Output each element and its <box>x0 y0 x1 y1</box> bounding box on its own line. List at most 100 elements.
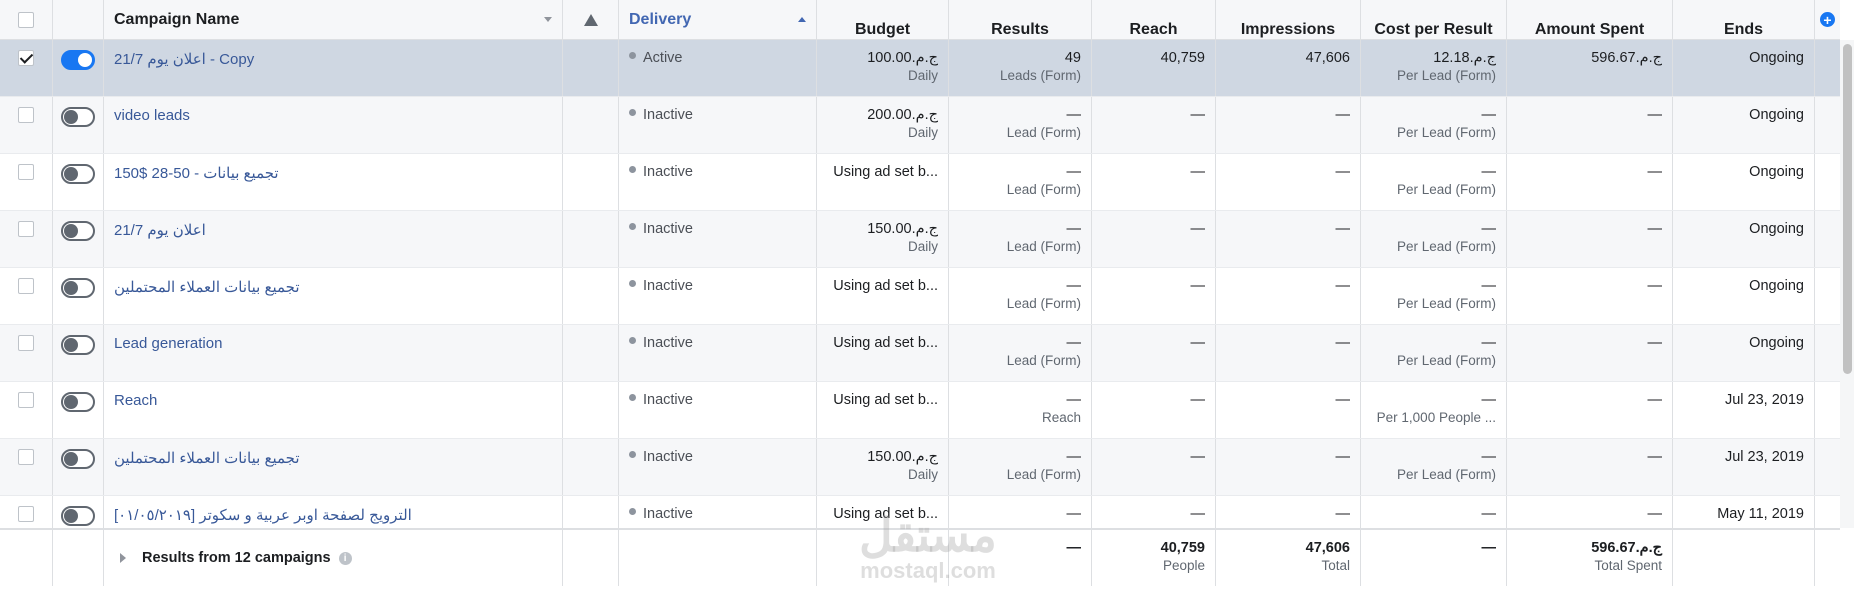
row-select[interactable] <box>0 268 53 324</box>
row-checkbox[interactable] <box>18 335 34 351</box>
reach-cell: — <box>1092 325 1216 381</box>
header-cost-per-result[interactable]: Cost per Result <box>1361 0 1507 39</box>
row-toggle-cell[interactable] <box>53 40 104 96</box>
header-warning[interactable] <box>563 0 619 39</box>
table-row[interactable]: تجميع بيانات العملاء المحتملين Inactive Us… <box>0 268 1840 325</box>
status-dot-icon <box>629 336 636 344</box>
campaign-name-cell: تجميع بيانات العملاء المحتملين <box>104 439 563 495</box>
campaign-toggle[interactable] <box>61 392 95 412</box>
sort-up-icon[interactable] <box>798 17 806 22</box>
add-column[interactable]: + <box>1815 0 1840 39</box>
footer-spent: ج.م.596.67 Total Spent <box>1507 530 1673 586</box>
row-checkbox[interactable] <box>18 107 34 123</box>
footer-summary[interactable]: Results from 12 campaigns i <box>104 530 563 586</box>
header-impressions[interactable]: Impressions <box>1216 0 1361 39</box>
impressions-value: — <box>1335 449 1351 465</box>
table-row[interactable]: تجميع بيانات العملاء المحتملين Inactive ج.… <box>0 439 1840 496</box>
campaign-toggle[interactable] <box>61 50 95 70</box>
row-select[interactable] <box>0 382 53 438</box>
row-select[interactable] <box>0 40 53 96</box>
results-cell: — Lead (Form) <box>949 154 1092 210</box>
row-warning-cell <box>563 40 619 96</box>
header-select-all[interactable] <box>0 0 53 39</box>
table-row[interactable]: 21/7 اعلان يوم - Copy Active ج.م.100.00 Dai… <box>0 40 1840 97</box>
campaign-name-link[interactable]: [٠١/٠٥/٢٠١٩] الترويج لصفحة اوبر عربية و … <box>114 506 552 524</box>
results-sub: Lead (Form) <box>1006 467 1081 482</box>
cpr-sub: Per Lead (Form) <box>1396 182 1496 197</box>
row-checkbox[interactable] <box>18 50 34 66</box>
table-row[interactable]: اعلان يوم 21/7 Inactive ج.م.150.00 Daily — Le… <box>0 211 1840 268</box>
ends-value: Ongoing <box>1749 164 1804 180</box>
campaign-name-link[interactable]: 21/7 اعلان يوم - Copy <box>114 50 552 68</box>
campaign-name-link[interactable]: اعلان يوم 21/7 <box>114 221 552 239</box>
info-icon[interactable]: i <box>338 551 352 565</box>
campaign-toggle[interactable] <box>61 164 95 184</box>
row-checkbox[interactable] <box>18 221 34 237</box>
table-row[interactable]: Reach Inactive Using ad set b... — Reach — — — P… <box>0 382 1840 439</box>
budget-cell[interactable]: Using ad set b... <box>817 154 949 210</box>
table-header: Campaign Name Delivery Budget Results Re… <box>0 0 1840 40</box>
campaign-name-link[interactable]: تجميع بيانات العملاء المحتملين <box>114 278 552 296</box>
header-results[interactable]: Results <box>949 0 1092 39</box>
header-amount-spent[interactable]: Amount Spent <box>1507 0 1673 39</box>
budget-cell[interactable]: Using ad set b... <box>817 325 949 381</box>
campaign-name-link[interactable]: Reach <box>114 392 552 409</box>
row-toggle-cell[interactable] <box>53 382 104 438</box>
delivery-status: Inactive <box>629 506 806 522</box>
ends-value: Ongoing <box>1749 221 1804 237</box>
row-toggle-cell[interactable] <box>53 97 104 153</box>
budget-cell[interactable]: ج.م.150.00 Daily <box>817 439 949 495</box>
scrollbar-thumb[interactable] <box>1843 44 1852 374</box>
impressions-value: — <box>1335 392 1351 408</box>
row-toggle-cell[interactable] <box>53 154 104 210</box>
row-toggle-cell[interactable] <box>53 439 104 495</box>
row-checkbox[interactable] <box>18 506 34 522</box>
row-select[interactable] <box>0 97 53 153</box>
campaign-name-link[interactable]: video leads <box>114 107 552 124</box>
select-all-checkbox[interactable] <box>18 11 34 28</box>
budget-cell[interactable]: Using ad set b... <box>817 382 949 438</box>
campaign-toggle[interactable] <box>61 506 95 526</box>
campaign-toggle[interactable] <box>61 449 95 469</box>
row-select[interactable] <box>0 211 53 267</box>
row-select[interactable] <box>0 325 53 381</box>
row-toggle-cell[interactable] <box>53 211 104 267</box>
impressions-cell: 47,606 <box>1216 40 1361 96</box>
sort-down-icon[interactable] <box>544 17 552 22</box>
table-row[interactable]: Lead generation Inactive Using ad set b...… <box>0 325 1840 382</box>
campaign-toggle[interactable] <box>61 278 95 298</box>
table-row[interactable]: video leads Inactive ج.م.200.00 Daily — Lead … <box>0 97 1840 154</box>
header-delivery[interactable]: Delivery <box>619 0 817 39</box>
ends-value: Jul 23, 2019 <box>1724 392 1804 408</box>
budget-cell[interactable]: ج.م.150.00 Daily <box>817 211 949 267</box>
results-value: — <box>1066 221 1082 237</box>
header-ends[interactable]: Ends <box>1673 0 1815 39</box>
header-campaign-name[interactable]: Campaign Name <box>104 0 563 39</box>
row-select[interactable] <box>0 154 53 210</box>
row-checkbox[interactable] <box>18 392 34 408</box>
campaign-name-link[interactable]: تجميع بيانات العملاء المحتملين <box>114 449 552 467</box>
header-budget[interactable]: Budget <box>817 0 949 39</box>
campaign-toggle[interactable] <box>61 335 95 355</box>
campaign-toggle[interactable] <box>61 221 95 241</box>
budget-value: ج.م.100.00 <box>867 50 938 66</box>
header-reach[interactable]: Reach <box>1092 0 1216 39</box>
budget-cell[interactable]: Using ad set b... <box>817 268 949 324</box>
plus-icon[interactable]: + <box>1820 12 1835 27</box>
row-checkbox[interactable] <box>18 449 34 465</box>
row-checkbox[interactable] <box>18 278 34 294</box>
row-select[interactable] <box>0 439 53 495</box>
row-toggle-cell[interactable] <box>53 268 104 324</box>
campaign-name-link[interactable]: Lead generation <box>114 335 552 352</box>
expand-icon[interactable] <box>120 553 126 563</box>
reach-value: — <box>1190 107 1206 123</box>
budget-cell[interactable]: ج.م.100.00 Daily <box>817 40 949 96</box>
budget-cell[interactable]: ج.م.200.00 Daily <box>817 97 949 153</box>
row-checkbox[interactable] <box>18 164 34 180</box>
row-warning-cell <box>563 382 619 438</box>
campaign-name-link[interactable]: تجميع بيانات - 50-28 $150 <box>114 164 552 182</box>
campaign-toggle[interactable] <box>61 107 95 127</box>
table-row[interactable]: تجميع بيانات - 50-28 $150 Inactive Using a… <box>0 154 1840 211</box>
reach-cell: — <box>1092 439 1216 495</box>
row-toggle-cell[interactable] <box>53 325 104 381</box>
